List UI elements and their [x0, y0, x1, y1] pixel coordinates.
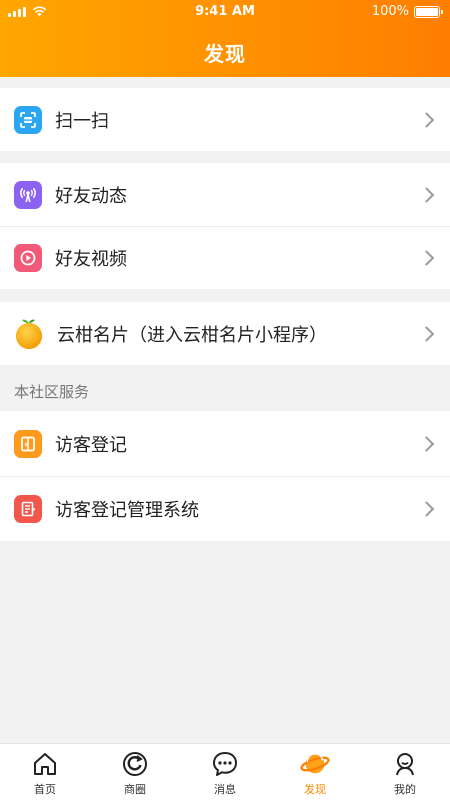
scan-label: 扫一扫 — [55, 110, 109, 132]
card-row[interactable]: 云柑名片（进入云柑名片小程序） — [0, 302, 450, 365]
page-title: 发现 — [204, 42, 246, 66]
chevron-right-icon — [418, 186, 435, 203]
person-icon — [390, 749, 420, 779]
orange-fruit-icon — [14, 317, 44, 351]
bottom-tab-bar: 首页 商圈 消息 发现 我的 — [0, 743, 450, 800]
tab-business-circle[interactable]: 商圈 — [90, 744, 180, 800]
circle-icon — [120, 749, 150, 779]
visitor-mgmt-icon — [14, 494, 42, 523]
videos-label: 好友视频 — [55, 248, 127, 270]
tab-home-label: 首页 — [34, 783, 56, 796]
card-group: 云柑名片（进入云柑名片小程序） — [0, 302, 450, 365]
video-play-icon — [14, 243, 42, 272]
planet-icon — [300, 749, 330, 779]
friends-group: 好友动态 好友视频 — [0, 163, 450, 289]
videos-row[interactable]: 好友视频 — [0, 226, 450, 289]
status-right: 100% — [371, 4, 443, 19]
home-icon — [30, 749, 60, 779]
tab-messages[interactable]: 消息 — [180, 744, 270, 800]
status-bar: 9:41 AM 100% — [0, 0, 450, 24]
battery-icon — [414, 5, 443, 18]
community-section-caption: 本社区服务 — [14, 383, 90, 401]
tab-mine-label: 我的 — [394, 783, 416, 796]
visitor-icon — [14, 429, 42, 458]
visitor-mgmt-label: 访客登记管理系统 — [55, 499, 199, 521]
scan-row[interactable]: 扫一扫 — [0, 88, 450, 151]
tab-discover[interactable]: 发现 — [270, 744, 360, 800]
moments-row[interactable]: 好友动态 — [0, 163, 450, 226]
chevron-right-icon — [418, 249, 435, 266]
battery-percent: 100% — [371, 4, 409, 19]
tab-business-circle-label: 商圈 — [124, 783, 146, 796]
visitor-row[interactable]: 访客登记 — [0, 411, 450, 476]
tab-messages-label: 消息 — [214, 783, 236, 796]
scan-icon — [14, 105, 42, 134]
visitor-label: 访客登记 — [55, 434, 127, 456]
header-bar: 9:41 AM 100% 发现 — [0, 0, 450, 77]
visitor-mgmt-row[interactable]: 访客登记管理系统 — [0, 476, 450, 541]
tab-mine[interactable]: 我的 — [360, 744, 450, 800]
chevron-right-icon — [418, 500, 435, 517]
scan-group: 扫一扫 — [0, 88, 450, 151]
chevron-right-icon — [418, 325, 435, 342]
tab-home[interactable]: 首页 — [0, 744, 90, 800]
moments-label: 好友动态 — [55, 185, 127, 207]
card-label: 云柑名片（进入云柑名片小程序） — [57, 324, 327, 346]
chevron-right-icon — [418, 111, 435, 128]
moments-icon — [14, 180, 42, 209]
chevron-right-icon — [418, 435, 435, 452]
tab-discover-label: 发现 — [304, 783, 326, 796]
community-group: 访客登记 访客登记管理系统 — [0, 411, 450, 541]
chat-icon — [210, 749, 240, 779]
